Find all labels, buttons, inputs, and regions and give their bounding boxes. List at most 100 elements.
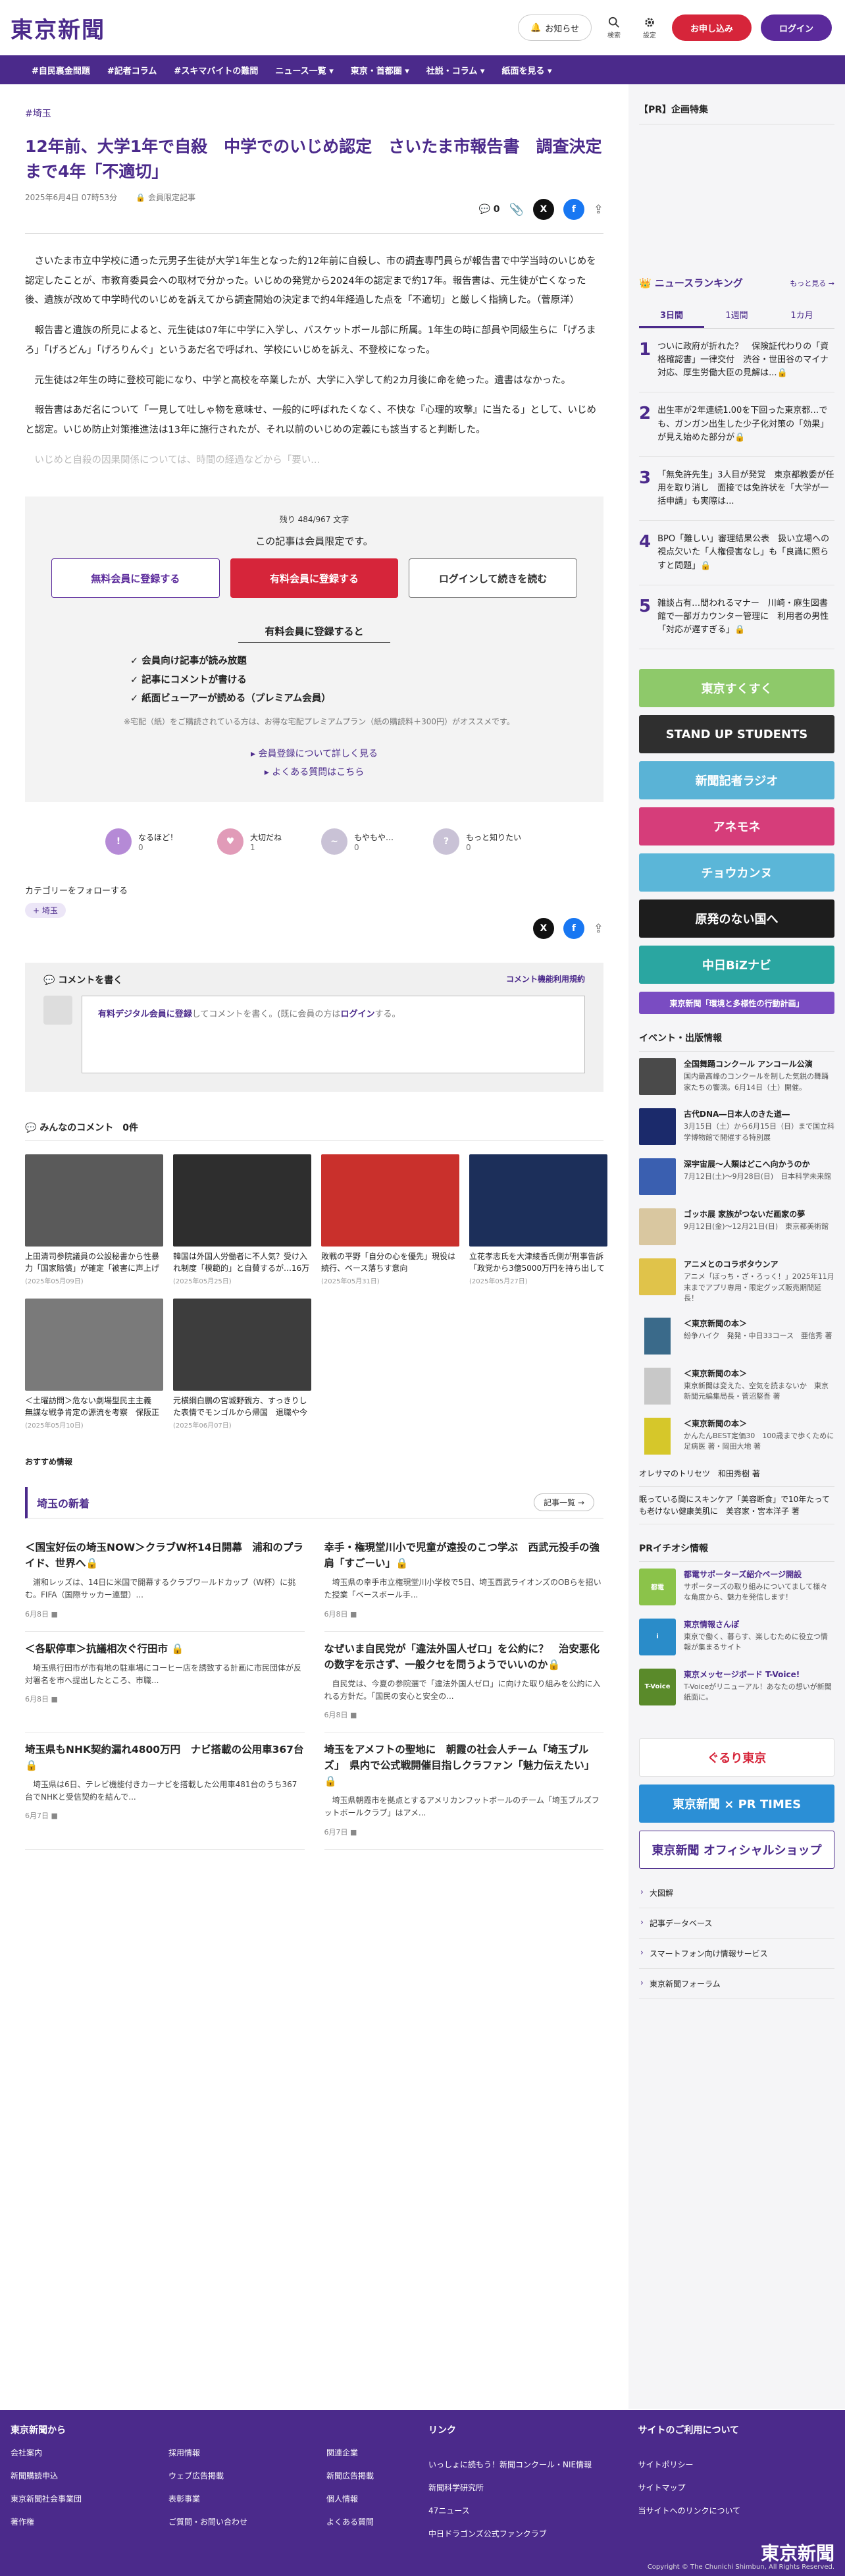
banner-gururi[interactable]: ぐるり東京 [639,1738,834,1777]
ranking-item[interactable]: 5 雑談占有…間われるマナー 川崎・麻生図書館で一部ガカウンター管理に 利用者の男… [639,585,834,650]
clip-icon[interactable]: 📎 [509,203,523,217]
book-item[interactable]: ＜東京新聞の本＞ 紛争ハイク 発発・中日33コース 亜信秀 著 [639,1311,834,1361]
thumb-card[interactable]: 韓国は外国人労働者に不人気？受け入れ制度「模範的」と自賛するが…16万5000人… [173,1154,311,1285]
thumb-card[interactable]: ＜土曜訪問＞危ない劇場型民主主義 無謀な戦争肯定の源流を考察 保阪正康さん（ノン… [25,1299,163,1430]
comment-field[interactable]: 有料デジタル会員に登録してコメントを書く。(既に会員の方はログインする。 [82,996,585,1074]
tab-1month[interactable]: 1カ月 [769,303,834,328]
banner-diversity[interactable]: 東京新聞「環境と多様性の行動計画」 [639,992,834,1015]
site-logo[interactable]: 東京新聞 [11,12,105,44]
book-item[interactable]: ＜東京新聞の本＞ 東京新聞は変えた、空気を読まないか 東京新聞元編集局長・菅沼堅吾… [639,1361,834,1411]
event-item[interactable]: ゴッホ展 家族がつないだ画家の夢 9月12日(金)～12月21日(日) 東京都美術… [639,1202,834,1252]
pr-item[interactable]: 都電 都電サポーターズ紹介ページ開設 サポーターズの取り組みについてまして様々な角度… [639,1562,834,1612]
news-item[interactable]: ＜国宝好伝の埼玉NOW＞クラブW杯14日開幕 浦和のプライド、世界へ🔒 浦和レッ… [25,1530,305,1632]
share-icon[interactable]: ⇪ [594,203,603,217]
news-item[interactable]: ＜各駅停車＞抗議相次ぐ行田市 🔒 埼玉県行田市が市有地の駐車場にコーヒー店を誘致… [25,1632,305,1733]
footer-link[interactable]: 東京新聞社会事業団 [11,2493,142,2504]
subscribe-button[interactable]: お申し込み [671,14,752,41]
book-link[interactable]: オレサマのトリセツ 和田秀樹 著 [639,1461,834,1487]
footer-link[interactable]: サイトポリシー [638,2459,834,2470]
book-link[interactable]: 眠っている間にスキンケア「美容断食」で10年たっても老けない健康美肌に 美容家・… [639,1487,834,1524]
footer-link[interactable]: 採用情報 [168,2447,300,2458]
thumb-card[interactable]: 立花孝志氏を大津綾香氏側が刑事告訴「政党から3億5000万円を持ち出して一部を横… [469,1154,607,1285]
event-item[interactable]: 古代DNA―日本人のきた道― 3月15日（土）から6月15日（日）まで国立科学博物… [639,1102,834,1152]
footer-link[interactable]: 47ニュース [428,2505,638,2516]
ranking-item[interactable]: 4 BPO「難しい」審理結果公表 扱い立場への視点欠いた「人権侵害なし」も「良識に… [639,521,834,585]
reaction-naruhodo[interactable]: ! なるほど！ 0 [105,828,178,855]
nav-item[interactable]: #記者コラム [107,64,157,76]
pr-item[interactable]: i 東京情報さんぽ 東京で働く、暮らす、楽しむために役立つ情報が集まるサイト [639,1612,834,1662]
saitama-more-button[interactable]: 記事一覧 → [534,1493,594,1512]
footer-link[interactable]: ご質問・お問い合わせ [168,2516,300,2527]
news-item[interactable]: 埼玉県もNHK契約漏れ4800万円 ナビ搭載の公用車367台 🔒 埼玉県は6日、… [25,1732,305,1850]
thumb-card[interactable]: 上田清司参院議員の公設秘書から性暴力「国家賠償」が確定「被害に声上げることため.… [25,1154,163,1285]
banner-bizNavi[interactable]: 中日BiZナビ [639,946,834,984]
event-item[interactable]: 深宇宙展～人類はどこへ向かうのか 7月12日(土)～9月28日(日) 日本科学未来… [639,1152,834,1202]
pr-item[interactable]: T-Voice 東京メッセージボード T-Voice! T-Voiceがリニューアル… [639,1662,834,1712]
footer-link[interactable]: 新聞科学研究所 [428,2482,638,2493]
footer-link[interactable]: ウェブ広告掲載 [168,2470,300,2481]
banner-prtimes[interactable]: 東京新聞 × PR TIMES [639,1784,834,1823]
share-icon[interactable]: ⇪ [594,922,603,936]
event-item[interactable]: 全国舞踊コンクール アンコール公演 国内最高峰のコンクールを制した気鋭の舞踊家たち… [639,1052,834,1102]
service-link[interactable]: スマートフォン向け情報サービス [639,1939,834,1969]
x-share-icon[interactable]: X [532,918,554,940]
login-continue-button[interactable]: ログインして続きを読む [409,558,578,599]
thumb-card[interactable]: 元横綱白鵬の宮城野親方、すっきりした表情でモンゴルから帰国 退職や今後については… [173,1299,311,1430]
nav-item[interactable]: 社説・コラム ▾ [426,64,485,76]
ranking-item[interactable]: 2 出生率が2年連続1.00を下回った東京都…でも、ガンガン出生した少子化対策の「… [639,392,834,457]
follow-chip[interactable]: + 埼玉 [25,903,66,919]
comment-count-button[interactable]: 💬 0 [479,204,500,215]
service-link[interactable]: 記事データベース [639,1908,834,1939]
service-link[interactable]: 大図解 [639,1878,834,1908]
service-link[interactable]: 東京新聞フォーラム [639,1969,834,1999]
paid-register-button[interactable]: 有料会員に登録する [230,558,399,599]
event-item[interactable]: アニメとのコラボタウンア アニメ「ぼっち・ざ・ろっく！」2025年11月末までアプ… [639,1252,834,1311]
x-share-icon[interactable]: X [532,199,554,220]
notify-button[interactable]: 🔔 お知らせ [518,14,592,41]
footer-link[interactable]: 中日ドラゴンズ公式ファンクラブ [428,2528,638,2539]
banner-shop[interactable]: 東京新聞 オフィシャルショップ [639,1830,834,1869]
comment-policy-link[interactable]: コメント機能利用規約 [506,973,585,986]
banner-sukusuku[interactable]: 東京すくすく [639,669,834,708]
banner-radio[interactable]: 新聞記者ラジオ [639,761,834,800]
reaction-moyamoya[interactable]: ~ もやもや… 0 [321,828,394,855]
footer-logo[interactable]: 東京新聞 [761,2539,834,2565]
faq-link[interactable]: ▸ よくある質問はこちら [51,765,577,778]
footer-link[interactable]: 著作権 [11,2516,142,2527]
nav-item[interactable]: 紙面を見る ▾ [501,64,551,76]
news-item[interactable]: なぜいま自民党が「違法外国人ゼロ」を公約に？ 治安悪化の数字を示さず、一般クセを… [324,1632,603,1733]
nav-item[interactable]: #自民裏金問題 [32,64,90,76]
footer-link[interactable]: 当サイトへのリンクについて [638,2505,834,2516]
article-tag[interactable]: #埼玉 [25,107,603,120]
banner-standup[interactable]: STAND UP STUDENTS [639,715,834,754]
login-button[interactable]: ログイン [760,14,832,41]
ranking-more-link[interactable]: もっと見る → [790,278,834,288]
register-details-link[interactable]: ▸ 会員登録について詳しく見る [51,747,577,760]
banner-genpatsu[interactable]: 原発のない国へ [639,899,834,938]
news-item[interactable]: 埼玉をアメフトの聖地に 朝霞の社会人チーム「埼玉ブルズ」 県内で公式戦開催目指し… [324,1732,603,1850]
comment-login-link[interactable]: ログイン [340,1009,374,1019]
free-register-button[interactable]: 無料会員に登録する [51,558,220,599]
tab-3days[interactable]: 3日間 [639,303,704,328]
book-item[interactable]: ＜東京新聞の本＞ かんたんBEST定価30 100歳まで歩くために 足病医 著・岡… [639,1411,841,1461]
ranking-item[interactable]: 1 ついに政府が折れた？ 保険証代わりの「資格確認書」一律交付 渋谷・世田谷のマイ… [639,329,834,393]
banner-anemone[interactable]: アネモネ [639,807,834,846]
tab-1week[interactable]: 1週間 [704,303,769,328]
footer-link[interactable]: いっしょに読もう！新聞コンクール・NIE情報 [428,2459,638,2470]
footer-link[interactable]: 新聞購読申込 [11,2470,142,2481]
footer-link[interactable]: 会社案内 [11,2447,142,2458]
paid-register-link[interactable]: 有料デジタル会員に登録 [98,1009,192,1019]
settings-button[interactable]: 設定 [636,16,663,40]
nav-item[interactable]: #スキマバイトの難問 [174,64,258,76]
reaction-taisetsu[interactable]: ♥ 大切だね 1 [217,828,282,855]
banner-chokannu[interactable]: チョウカンヌ [639,853,834,892]
nav-item[interactable]: 東京・首都圏 ▾ [351,64,409,76]
news-item[interactable]: 幸手・権現堂川小で児童が遠投のこつ学ぶ 西武元投手の強肩「すごーい」🔒 埼玉県の… [324,1530,603,1632]
footer-link[interactable]: 表彰事業 [168,2493,300,2504]
facebook-share-icon[interactable]: f [563,918,584,940]
thumb-card[interactable]: 敗戦の平野「自分の心を優先」現役は続行、ベース落ちす意向 (2025年05月31日… [321,1154,459,1285]
ranking-item[interactable]: 3 「無免許先生」3人目が発覚 東京都教委が任用を取り消し 面接では免許状を「大学… [639,457,834,522]
footer-link[interactable]: サイトマップ [638,2482,834,2493]
facebook-share-icon[interactable]: f [563,199,584,220]
reaction-motto[interactable]: ? もっと知りたい 0 [433,828,521,855]
